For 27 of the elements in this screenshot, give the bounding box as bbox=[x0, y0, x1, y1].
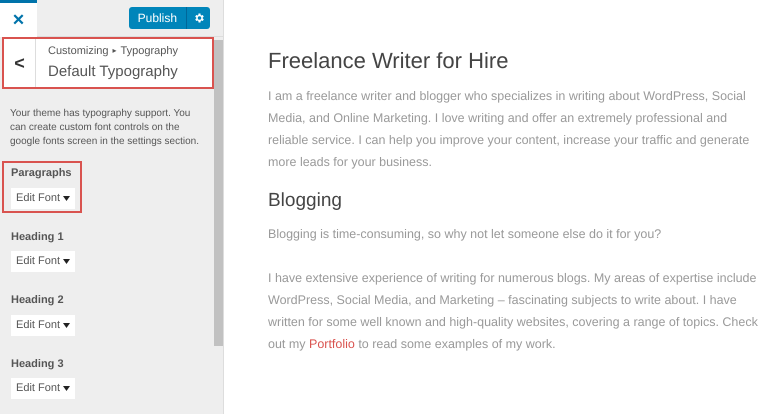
breadcrumb-section: Typography bbox=[120, 42, 178, 59]
section-title: Default Typography bbox=[48, 62, 178, 82]
caret-icon bbox=[63, 386, 70, 391]
edit-font-button[interactable]: Edit Font bbox=[11, 378, 75, 399]
edit-font-button[interactable]: Edit Font bbox=[11, 188, 75, 208]
section-heading: Blogging bbox=[268, 189, 343, 213]
caret-icon bbox=[63, 322, 70, 328]
control-label: Heading 3 bbox=[11, 356, 65, 372]
breadcrumb-separator: ▸ bbox=[112, 44, 117, 57]
section-intro: Blogging is time-consuming, so why not let someone else do it for you? bbox=[268, 226, 662, 243]
control-label: Heading 2 bbox=[11, 293, 65, 308]
settings-icon bbox=[192, 12, 204, 24]
control-label: Paragraphs bbox=[11, 166, 73, 181]
publish-button[interactable]: Publish bbox=[128, 7, 187, 29]
breadcrumb-root: Customizing bbox=[48, 44, 109, 58]
edit-font-button[interactable]: Edit Font bbox=[11, 314, 75, 336]
edit-font-button[interactable]: Edit Font bbox=[11, 251, 75, 272]
page-title: Freelance Writer for Hire bbox=[268, 47, 510, 75]
caret-icon bbox=[63, 259, 70, 264]
control-label: Heading 1 bbox=[11, 230, 65, 244]
caret-icon bbox=[63, 196, 70, 200]
intro-paragraph: I am a freelance writer and blogger who specializes in writing about WordPress, Social Media, and Online Marketing. I love writing and offer an extremely professional and reliable service. I can help you improve your content, increase your traffic and generate more leads for your business. bbox=[268, 88, 750, 171]
portfolio-link[interactable]: Portfolio bbox=[309, 337, 355, 351]
section-paragraph: I have extensive experience of writing for numerous blogs. My areas of expertise include WordPress, Social Media, and Marketing – fascinating subjects to write about. I have written for some well known and high-quality websites, covering a range of topics. Check out my Portfolio to read some examples of my work. bbox=[268, 270, 759, 353]
close-button[interactable]: × bbox=[0, 0, 37, 36]
back-button[interactable]: < bbox=[4, 39, 36, 87]
description-text: Your theme has typography support. You can create custom font controls on the google fonts screen in the settings section. bbox=[9, 107, 200, 149]
